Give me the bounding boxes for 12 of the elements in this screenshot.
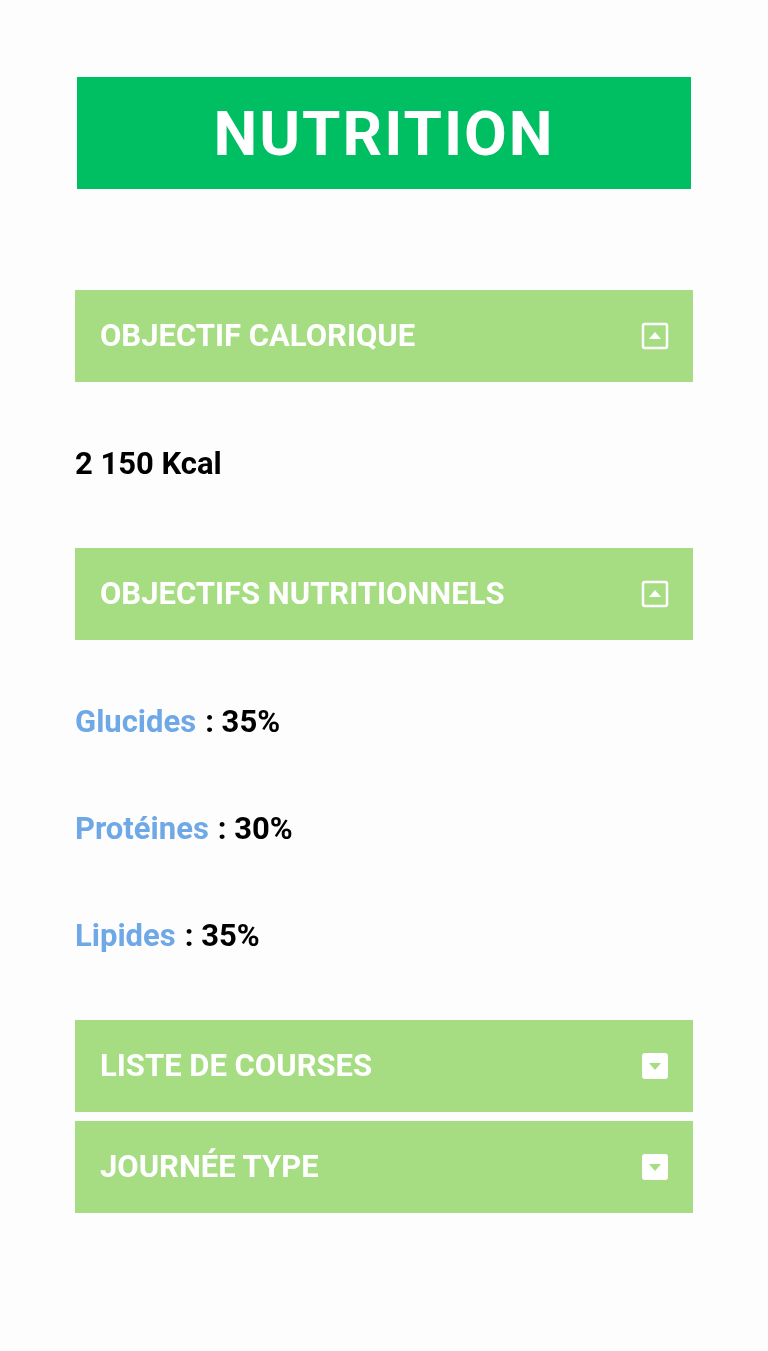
calorie-value: 2 150 Kcal: [75, 444, 222, 485]
page-title: NUTRITION: [213, 95, 555, 172]
section-header[interactable]: OBJECTIF CALORIQUE: [75, 290, 693, 382]
macro-label: Protéines: [75, 809, 209, 850]
macro-value: : 30%: [217, 809, 293, 850]
section-header[interactable]: OBJECTIFS NUTRITIONNELS: [75, 548, 693, 640]
macro-label: Lipides: [75, 916, 176, 957]
macro-value: : 35%: [205, 702, 281, 743]
macro-value: : 35%: [184, 916, 260, 957]
section-header[interactable]: LISTE DE COURSES: [75, 1020, 693, 1112]
macro-label: Glucides: [75, 702, 197, 743]
section-header[interactable]: JOURNÉE TYPE: [75, 1121, 693, 1213]
